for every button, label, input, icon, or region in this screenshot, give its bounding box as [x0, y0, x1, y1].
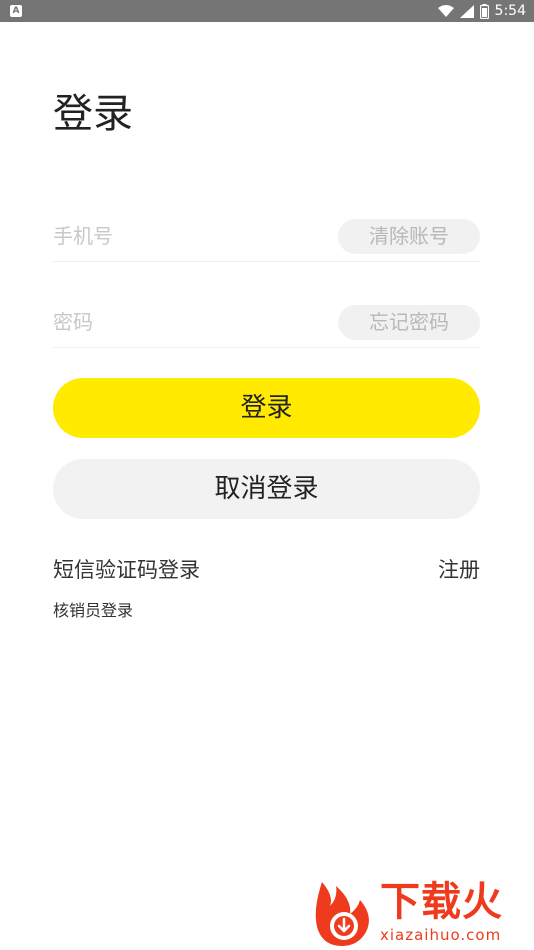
notification-icon: A: [10, 5, 22, 17]
password-input[interactable]: [53, 297, 323, 347]
page-title: 登录: [53, 91, 133, 137]
login-button[interactable]: 登录: [53, 378, 480, 438]
flame-logo-icon: [315, 882, 369, 946]
watermark-text: 下载火: [380, 879, 503, 925]
register-link[interactable]: 注册: [438, 555, 480, 585]
watermark-url: xiazaihuo.com: [380, 926, 502, 944]
wifi-icon: [437, 5, 454, 17]
watermark-logo: 下载火 xiazaihuo.com: [312, 878, 530, 946]
signal-icon: [459, 4, 474, 18]
clear-account-button[interactable]: 清除账号: [338, 219, 480, 254]
cancel-login-button[interactable]: 取消登录: [53, 459, 480, 519]
status-icons: 5:54: [437, 0, 526, 22]
battery-icon: [479, 3, 489, 19]
status-time: 5:54: [494, 3, 526, 19]
forgot-password-button[interactable]: 忘记密码: [338, 305, 480, 340]
phone-field: 清除账号: [53, 211, 480, 262]
password-field: 忘记密码: [53, 297, 480, 348]
verifier-login-link[interactable]: 核销员登录: [53, 599, 133, 623]
phone-input[interactable]: [53, 211, 323, 261]
sms-login-link[interactable]: 短信验证码登录: [53, 555, 200, 585]
status-bar: A 5:54: [0, 0, 534, 22]
